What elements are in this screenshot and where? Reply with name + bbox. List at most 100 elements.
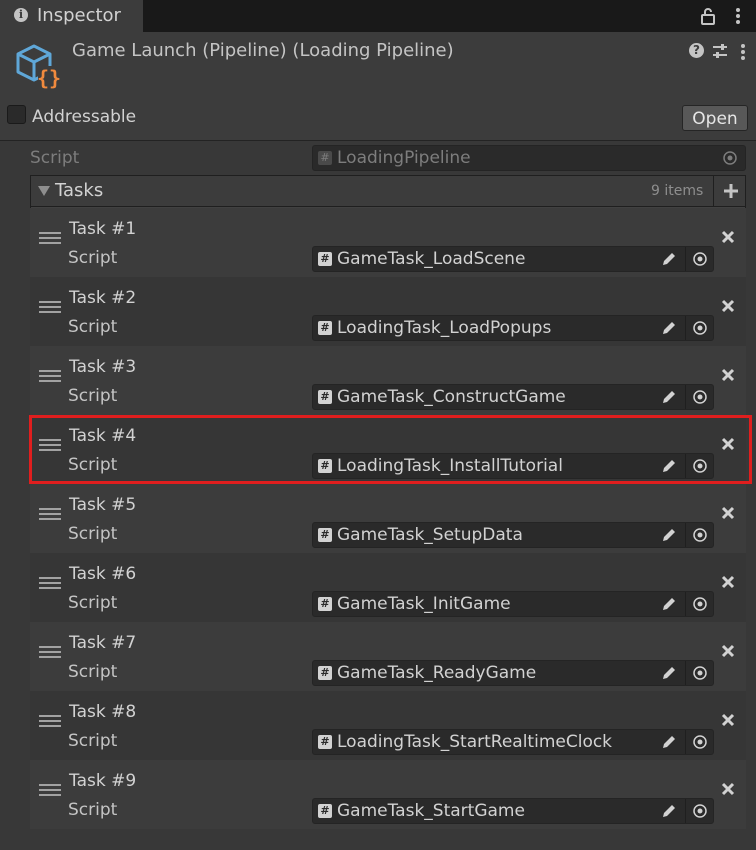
remove-icon[interactable] <box>721 230 735 244</box>
script-label: Script <box>30 148 80 168</box>
drag-handle-icon[interactable] <box>39 508 61 524</box>
remove-icon[interactable] <box>721 299 735 313</box>
hash-icon: # <box>318 151 332 165</box>
tab-inspector[interactable]: i Inspector <box>0 0 144 32</box>
remove-icon[interactable] <box>721 782 735 796</box>
target-icon[interactable] <box>693 459 707 473</box>
remove-icon[interactable] <box>721 368 735 382</box>
divider <box>685 454 686 478</box>
tasks-count: 9 items <box>651 183 704 199</box>
kebab-icon[interactable] <box>735 6 741 26</box>
scriptable-object-icon: {} <box>16 44 61 90</box>
drag-handle-icon[interactable] <box>39 370 61 386</box>
task-script-field[interactable]: # GameTask_ReadyGame <box>312 660 714 686</box>
divider <box>685 385 686 409</box>
task-script-label: Script <box>68 317 118 337</box>
edit-icon[interactable] <box>660 595 678 613</box>
target-icon[interactable] <box>693 252 707 266</box>
hash-icon: # <box>318 252 332 266</box>
divider <box>685 523 686 547</box>
task-title: Task #8 <box>69 702 137 722</box>
kebab-icon[interactable] <box>740 42 746 62</box>
addressable-checkbox[interactable] <box>7 105 26 124</box>
hash-icon: # <box>318 390 332 404</box>
list-item: Task #8 Script # LoadingTask_StartRealti… <box>30 691 746 760</box>
list-item: Task #4 Script # LoadingTask_InstallTuto… <box>30 415 746 484</box>
task-title: Task #3 <box>69 357 137 377</box>
preset-icon[interactable] <box>712 42 728 60</box>
edit-icon[interactable] <box>660 250 678 268</box>
task-script-field[interactable]: # GameTask_ConstructGame <box>312 384 714 410</box>
task-script-label: Script <box>68 593 118 613</box>
page-title: Game Launch (Pipeline) (Loading Pipeline… <box>72 40 454 61</box>
target-icon[interactable] <box>693 666 707 680</box>
drag-handle-icon[interactable] <box>39 715 61 731</box>
edit-icon[interactable] <box>660 733 678 751</box>
list-item: Task #7 Script # GameTask_ReadyGame <box>30 622 746 691</box>
target-icon[interactable] <box>693 597 707 611</box>
task-script-value: GameTask_SetupData <box>337 525 523 545</box>
remove-icon[interactable] <box>721 644 735 658</box>
hash-icon: # <box>318 459 332 473</box>
edit-icon[interactable] <box>660 664 678 682</box>
hash-icon: # <box>318 804 332 818</box>
task-script-label: Script <box>68 386 118 406</box>
edit-icon[interactable] <box>660 388 678 406</box>
drag-handle-icon[interactable] <box>39 232 61 248</box>
drag-handle-icon[interactable] <box>39 646 61 662</box>
open-button[interactable]: Open <box>682 105 748 131</box>
edit-icon[interactable] <box>660 802 678 820</box>
addressable-label: Addressable <box>32 107 137 127</box>
task-title: Task #2 <box>69 288 137 308</box>
task-script-field[interactable]: # LoadingTask_InstallTutorial <box>312 453 714 479</box>
add-item-button[interactable] <box>713 176 747 206</box>
divider <box>685 592 686 616</box>
hash-icon: # <box>318 666 332 680</box>
edit-icon[interactable] <box>660 526 678 544</box>
task-title: Task #7 <box>69 633 137 653</box>
lock-icon[interactable] <box>700 7 716 25</box>
drag-handle-icon[interactable] <box>39 784 61 800</box>
task-script-label: Script <box>68 731 118 751</box>
task-script-value: GameTask_InitGame <box>337 594 511 614</box>
task-script-label: Script <box>68 800 118 820</box>
target-icon[interactable] <box>693 390 707 404</box>
task-script-value: LoadingTask_StartRealtimeClock <box>337 732 613 752</box>
drag-handle-icon[interactable] <box>39 301 61 317</box>
tasks-label: Tasks <box>55 180 104 201</box>
tab-label: Inspector <box>37 5 121 26</box>
remove-icon[interactable] <box>721 437 735 451</box>
remove-icon[interactable] <box>721 575 735 589</box>
drag-handle-icon[interactable] <box>39 577 61 593</box>
svg-text:{}: {} <box>37 66 61 90</box>
list-item: Task #5 Script # GameTask_SetupData <box>30 484 746 553</box>
target-icon <box>723 151 737 165</box>
task-script-field[interactable]: # GameTask_StartGame <box>312 798 714 824</box>
target-icon[interactable] <box>693 321 707 335</box>
edit-icon[interactable] <box>660 457 678 475</box>
target-icon[interactable] <box>693 528 707 542</box>
task-script-field[interactable]: # LoadingTask_LoadPopups <box>312 315 714 341</box>
task-script-field[interactable]: # LoadingTask_StartRealtimeClock <box>312 729 714 755</box>
foldout-arrow-icon[interactable] <box>38 186 50 196</box>
hash-icon: # <box>318 528 332 542</box>
info-icon: i <box>14 8 28 22</box>
help-icon[interactable]: ? <box>689 43 704 58</box>
remove-icon[interactable] <box>721 713 735 727</box>
edit-icon[interactable] <box>660 319 678 337</box>
task-script-label: Script <box>68 248 118 268</box>
task-title: Task #9 <box>69 771 137 791</box>
remove-icon[interactable] <box>721 506 735 520</box>
hash-icon: # <box>318 735 332 749</box>
target-icon[interactable] <box>693 735 707 749</box>
task-script-value: GameTask_ReadyGame <box>337 663 537 683</box>
divider <box>685 730 686 754</box>
drag-handle-icon[interactable] <box>39 439 61 455</box>
task-script-field[interactable]: # GameTask_InitGame <box>312 591 714 617</box>
target-icon[interactable] <box>693 804 707 818</box>
task-title: Task #6 <box>69 564 137 584</box>
task-script-field[interactable]: # GameTask_LoadScene <box>312 246 714 272</box>
task-script-field[interactable]: # GameTask_SetupData <box>312 522 714 548</box>
tasks-list-header[interactable]: Tasks 9 items <box>30 175 746 207</box>
task-script-label: Script <box>68 524 118 544</box>
